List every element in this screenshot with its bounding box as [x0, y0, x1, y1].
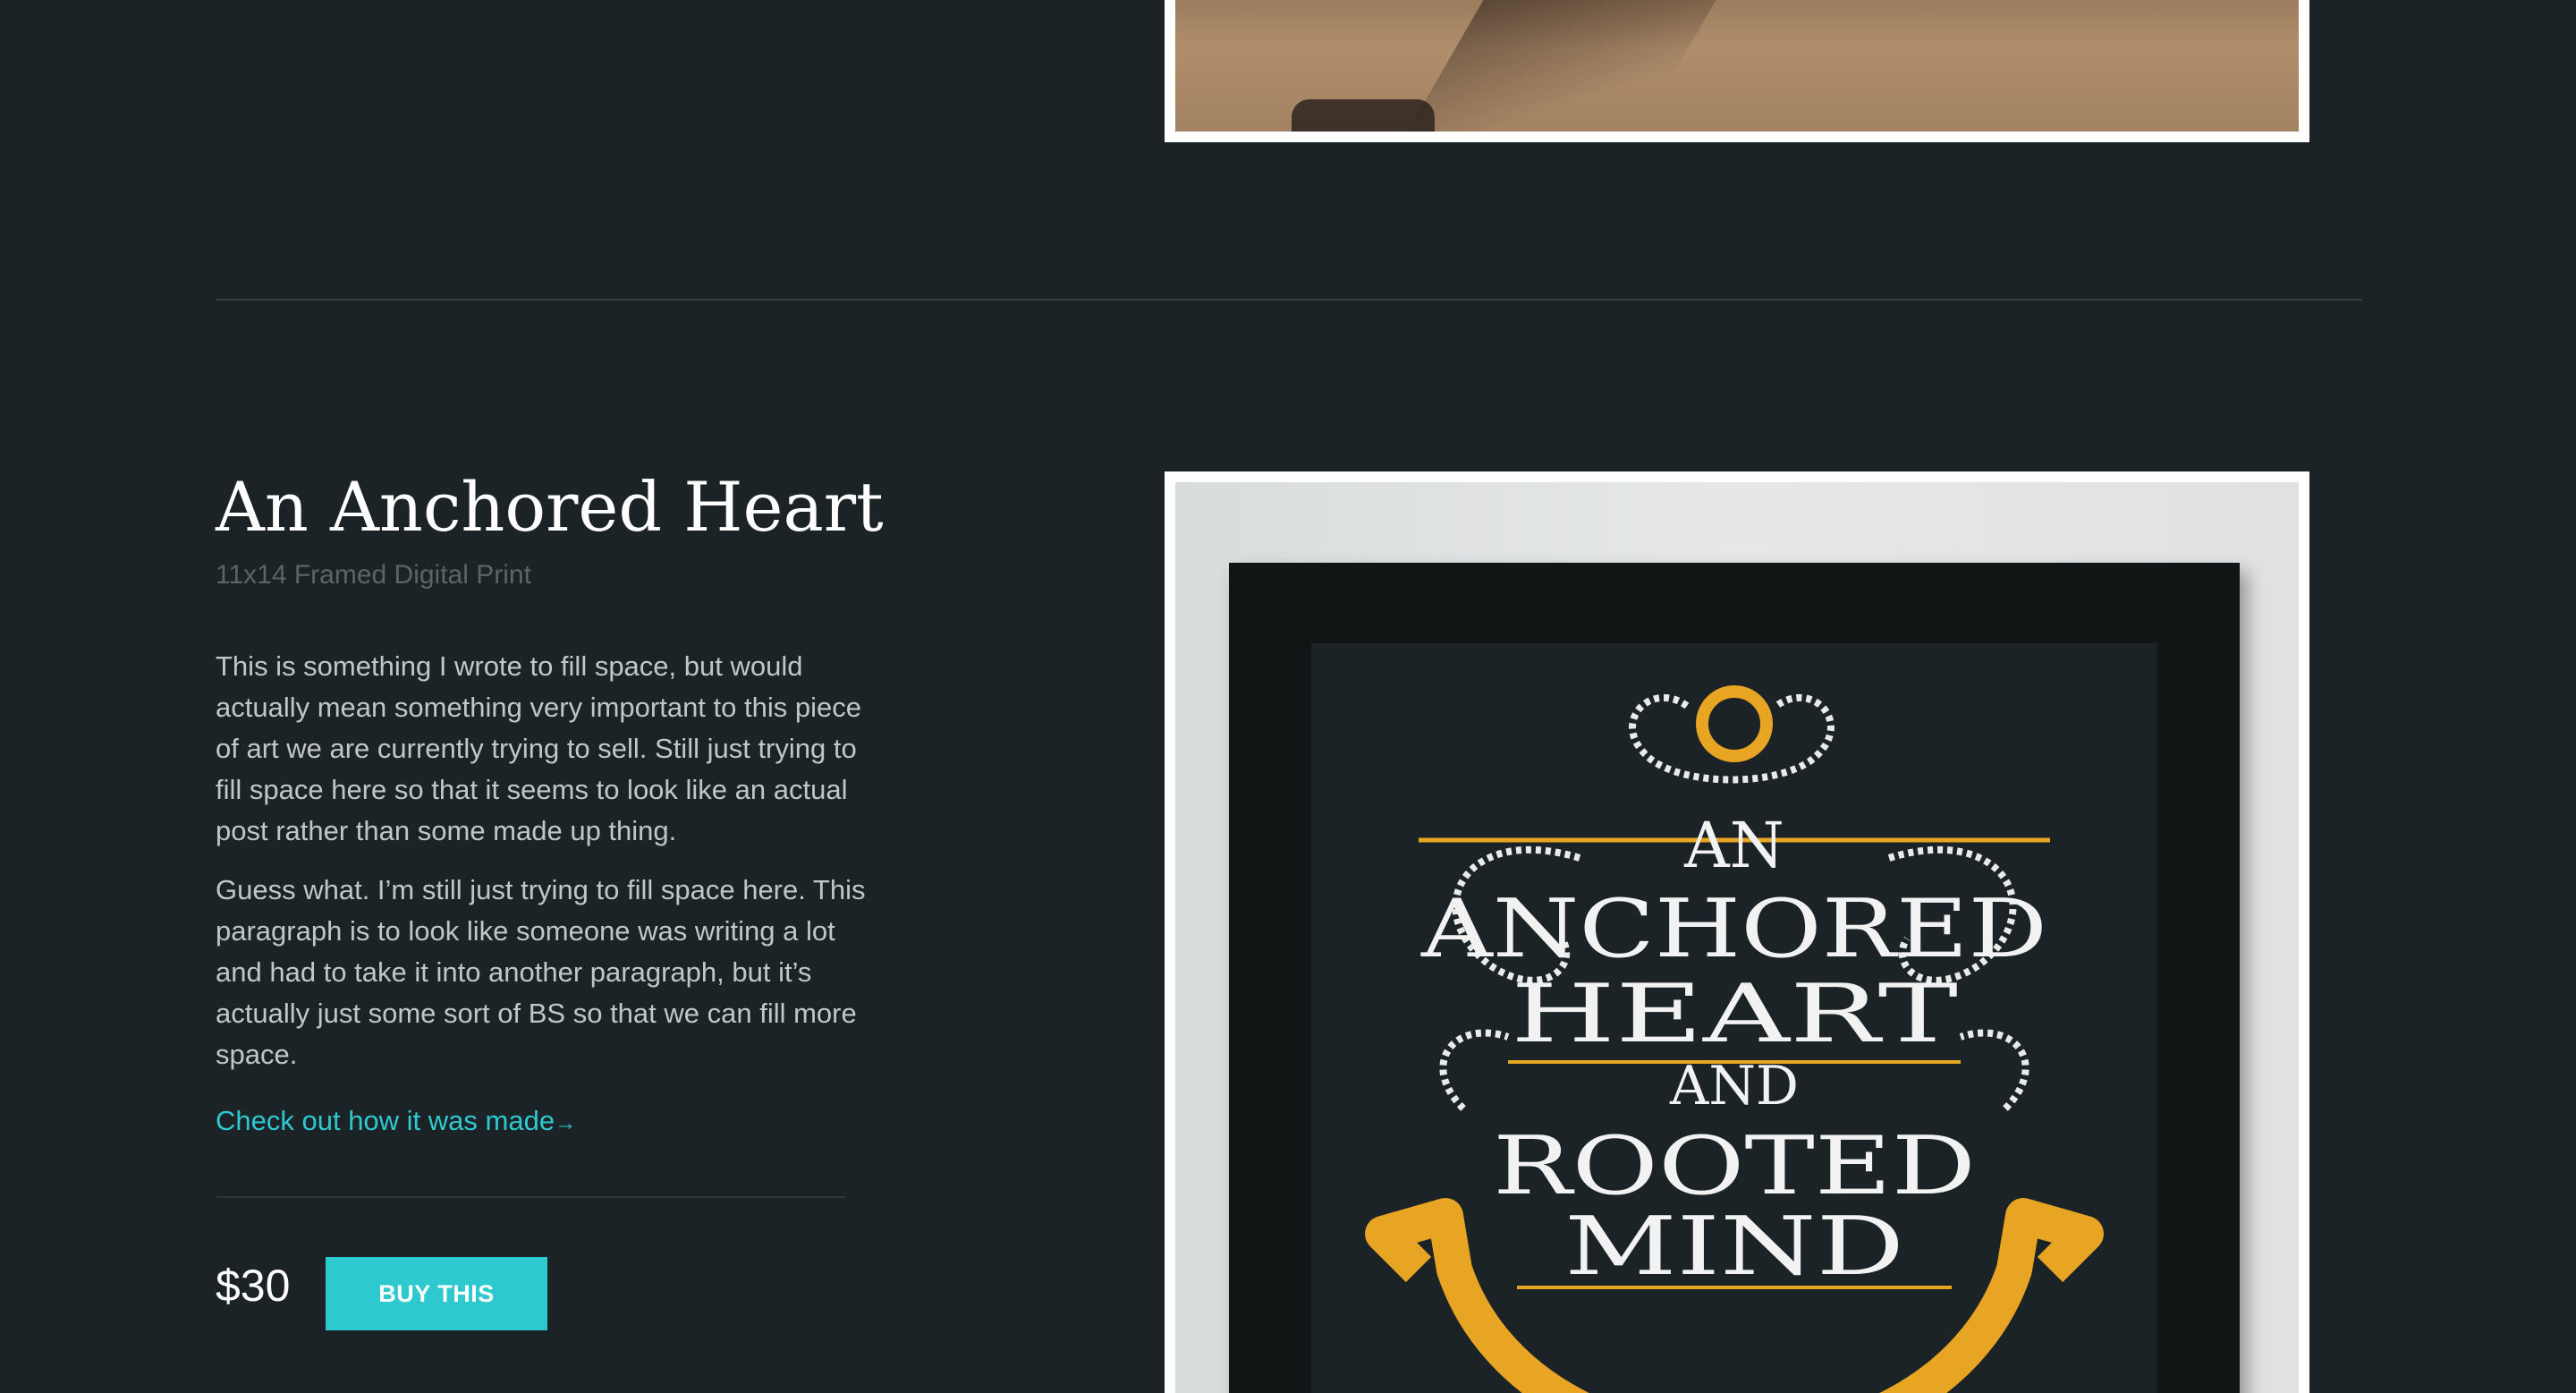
- section-divider: [216, 299, 2362, 301]
- rope-right-lower: [1959, 1029, 2029, 1111]
- art-line-1: AN: [1683, 809, 1784, 882]
- link-label: Check out how it was made: [216, 1105, 555, 1136]
- previous-product-photo: [1175, 0, 2299, 132]
- anchor-artwork: AN ANCHORED HEART AND ROOTED MIND: [1365, 685, 2104, 1393]
- photo-object: [1292, 99, 1435, 132]
- art-line-2: ANCHORED: [1420, 882, 2047, 976]
- product-subtitle: 11x14 Framed Digital Print: [216, 560, 531, 590]
- product-description: This is something I wrote to fill space,…: [216, 646, 869, 1093]
- art-line-6: MIND: [1564, 1200, 1904, 1294]
- page: An Anchored Heart 11x14 Framed Digital P…: [0, 0, 2576, 1393]
- product-image[interactable]: AN ANCHORED HEART AND ROOTED MIND: [1165, 471, 2309, 1393]
- arrow-right-icon: →: [555, 1111, 577, 1135]
- description-paragraph: This is something I wrote to fill space,…: [216, 650, 861, 846]
- previous-product-image[interactable]: [1165, 0, 2309, 142]
- product-photo: AN ANCHORED HEART AND ROOTED MIND: [1175, 482, 2299, 1393]
- price-divider: [216, 1196, 845, 1198]
- rope-top: [1629, 693, 1835, 784]
- product-title: An Anchored Heart: [216, 467, 884, 547]
- buy-button[interactable]: BUY THIS: [326, 1257, 547, 1330]
- anchor-ring: [1696, 685, 1773, 762]
- art-line-3: HEART: [1511, 967, 1958, 1061]
- photo-shade: [1399, 0, 1721, 132]
- rope-left-lower: [1439, 1029, 1510, 1111]
- how-it-was-made-link[interactable]: Check out how it was made→: [216, 1105, 576, 1137]
- art-line-4: AND: [1669, 1055, 1799, 1117]
- description-paragraph: Guess what. I’m still just trying to fil…: [216, 874, 866, 1070]
- print-artwork: AN ANCHORED HEART AND ROOTED MIND: [1311, 643, 2157, 1393]
- product-price: $30: [216, 1261, 291, 1311]
- picture-frame: AN ANCHORED HEART AND ROOTED MIND: [1229, 563, 2240, 1393]
